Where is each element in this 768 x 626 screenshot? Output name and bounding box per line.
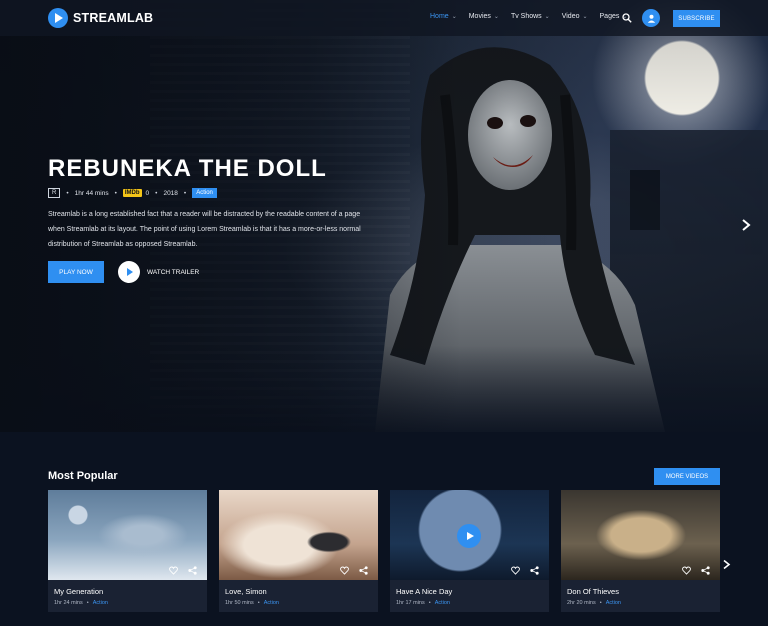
separator-dot: • (428, 600, 431, 606)
nav-item-label: Home (430, 13, 449, 20)
movie-genre[interactable]: Action (93, 600, 108, 606)
movie-title[interactable]: My Generation (54, 587, 103, 596)
main-menu: Home ⌄ Movies ⌄ Tv Shows ⌄ Video ⌄ Pages… (430, 13, 639, 20)
share-icon[interactable] (359, 566, 368, 575)
hero-duration: 1hr 44 mins (74, 189, 109, 197)
chevron-down-icon: ⌄ (582, 14, 588, 20)
chevron-right-icon[interactable] (722, 559, 731, 570)
popular-carousel: My Generation 1hr 24 mins • Action Love,… (48, 490, 720, 612)
brand-name: STREAMLAB (73, 11, 154, 25)
separator-dot: • (599, 600, 602, 606)
heart-icon[interactable] (169, 566, 178, 575)
nav-item-label: Tv Shows (510, 13, 542, 20)
movie-title[interactable]: Have A Nice Day (396, 587, 452, 596)
movie-card[interactable]: Don Of Thieves 2hr 20 mins • Action (561, 490, 720, 612)
nav-item-home[interactable]: Home ⌄ (430, 13, 457, 20)
separator-dot: • (183, 189, 187, 197)
movie-duration: 1hr 24 mins (54, 600, 83, 606)
movie-card[interactable]: Have A Nice Day 1hr 17 mins • Action (390, 490, 549, 612)
nav-item-label: Video (561, 13, 580, 20)
share-icon[interactable] (701, 566, 710, 575)
heart-icon[interactable] (340, 566, 349, 575)
subscribe-button[interactable]: SUBSCRIBE (673, 10, 720, 27)
watch-trailer-button[interactable]: WATCH TRAILER (118, 261, 199, 283)
movie-duration: 1hr 17 mins (396, 600, 425, 606)
hero-year: 2018 (163, 189, 178, 197)
chevron-down-icon: ⌄ (493, 14, 499, 20)
separator-dot: • (257, 600, 260, 606)
hero-title: REBUNEKA THE DOLL (48, 155, 327, 182)
play-logo-icon (48, 8, 68, 28)
brand-logo[interactable]: STREAMLAB (48, 8, 153, 28)
movie-meta: 1hr 50 mins • Action (225, 600, 279, 606)
card-actions (169, 566, 197, 575)
nav-item-tv-shows[interactable]: Tv Shows ⌄ (511, 13, 550, 20)
watch-trailer-label: WATCH TRAILER (147, 268, 200, 276)
card-actions (511, 566, 539, 575)
hero-meta: R • 1hr 44 mins • IMDb 0 • 2018 • Action (48, 188, 217, 198)
share-icon[interactable] (530, 566, 539, 575)
separator-dot: • (114, 189, 117, 197)
movie-card[interactable]: My Generation 1hr 24 mins • Action (48, 490, 207, 612)
user-account-icon[interactable] (642, 9, 660, 27)
heart-icon[interactable] (511, 566, 520, 575)
movie-genre[interactable]: Action (264, 600, 279, 606)
card-actions (340, 566, 368, 575)
separator-dot: • (66, 189, 69, 197)
hero-description: Streamlab is a long established fact tha… (48, 211, 361, 248)
separator-dot: • (155, 189, 158, 197)
share-icon[interactable] (188, 566, 197, 575)
movie-title[interactable]: Don Of Thieves (567, 587, 619, 596)
imdb-logo-icon: IMDb (122, 189, 142, 197)
play-now-button[interactable]: PLAY NOW (48, 261, 104, 283)
movie-genre[interactable]: Action (606, 600, 621, 606)
age-rating-badge: R (48, 188, 61, 198)
movie-meta: 1hr 17 mins • Action (396, 600, 450, 606)
more-videos-button[interactable]: MORE VIDEOS (654, 468, 720, 485)
imdb-score: 0 (145, 189, 150, 197)
movie-duration: 2hr 20 mins (567, 600, 596, 606)
nav-item-movies[interactable]: Movies ⌄ (469, 13, 499, 20)
section-title-most-popular: Most Popular (48, 470, 118, 482)
movie-title[interactable]: Love, Simon (225, 587, 267, 596)
nav-item-label: Pages (599, 13, 620, 20)
heart-icon[interactable] (682, 566, 691, 575)
genre-badge[interactable]: Action (192, 188, 217, 198)
separator-dot: • (86, 600, 89, 606)
nav-item-label: Movies (468, 13, 491, 20)
play-icon[interactable] (457, 524, 481, 548)
top-navbar: STREAMLAB Home ⌄ Movies ⌄ Tv Shows ⌄ Vid… (0, 0, 768, 36)
chevron-down-icon: ⌄ (451, 14, 457, 20)
search-icon[interactable] (622, 13, 632, 23)
user-icon (647, 14, 655, 23)
card-actions (682, 566, 710, 575)
movie-meta: 2hr 20 mins • Action (567, 600, 621, 606)
movie-duration: 1hr 50 mins (225, 600, 254, 606)
movie-meta: 1hr 24 mins • Action (54, 600, 108, 606)
chevron-right-icon[interactable] (740, 218, 752, 232)
play-icon (118, 261, 140, 283)
movie-genre[interactable]: Action (435, 600, 450, 606)
movie-card[interactable]: Love, Simon 1hr 50 mins • Action (219, 490, 378, 612)
chevron-down-icon: ⌄ (544, 14, 550, 20)
nav-item-video[interactable]: Video ⌄ (562, 13, 588, 20)
